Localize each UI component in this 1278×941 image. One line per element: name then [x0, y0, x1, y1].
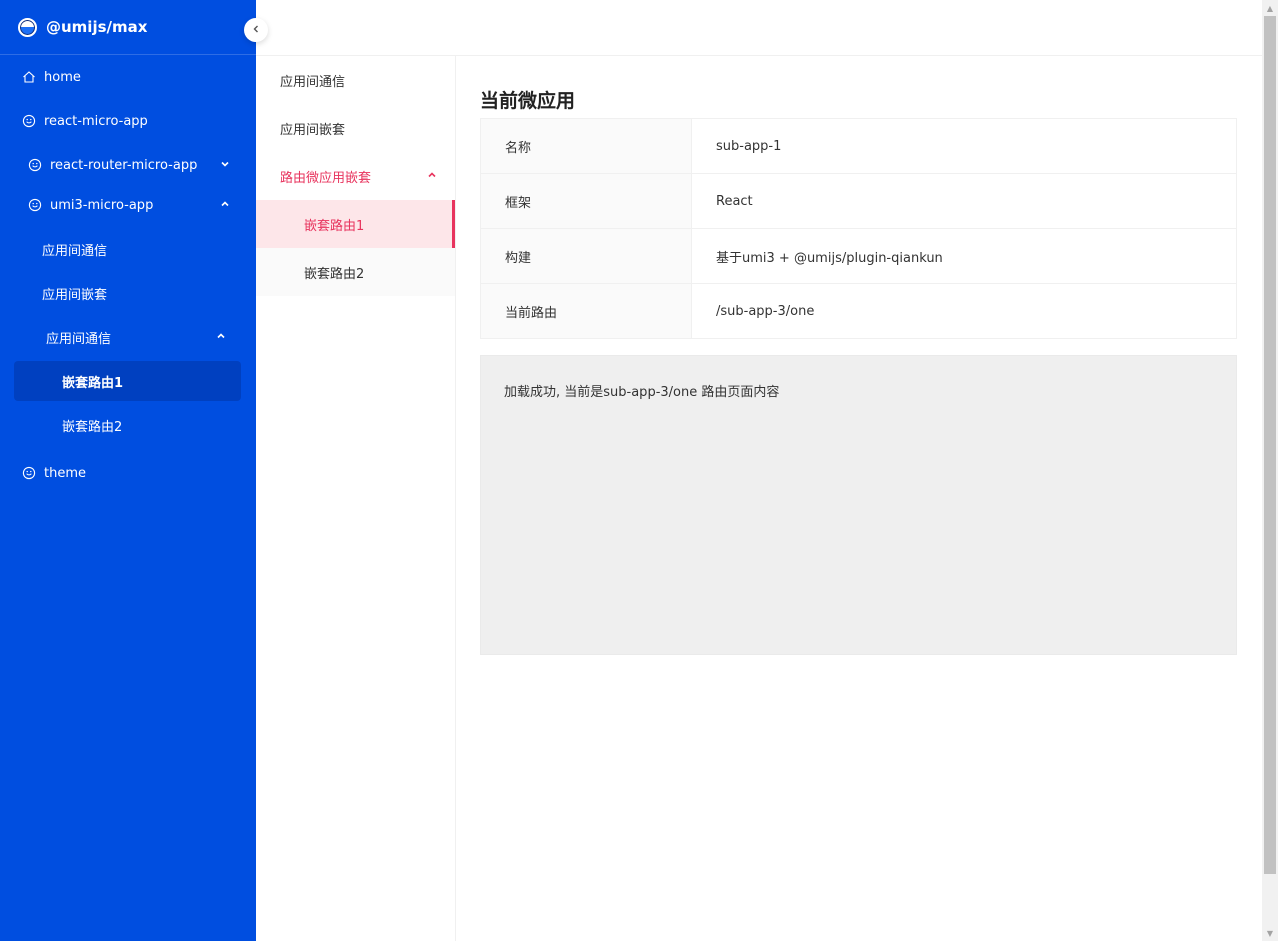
- brand[interactable]: @umijs/max: [0, 0, 256, 55]
- sidebar-item-nested-route-2[interactable]: 嵌套路由2: [0, 401, 256, 449]
- route-content-panel: 加载成功, 当前是sub-app-3/one 路由页面内容: [480, 355, 1237, 655]
- scroll-down-icon[interactable]: ▼: [1262, 925, 1278, 941]
- micro-app-info-table: 名称 sub-app-1 框架 React 构建 基于umi3 + @umijs…: [480, 118, 1237, 339]
- panel-text: 加载成功, 当前是sub-app-3/one 路由页面内容: [504, 385, 780, 400]
- main-content: 当前微应用 名称 sub-app-1 框架 React 构建 基于umi3 + …: [480, 80, 1237, 655]
- sidebar: @umijs/max home react-micro-app react-ro…: [0, 0, 256, 941]
- sidebar-item-label: umi3-micro-app: [50, 197, 154, 213]
- logo-icon: [18, 17, 37, 37]
- chevron-up-icon: [216, 331, 226, 344]
- sidebar-item-label: 应用间通信: [42, 243, 108, 259]
- sidebar-item-label: home: [44, 69, 81, 85]
- chevron-up-icon: [427, 170, 437, 183]
- sidebar-item-label: 应用间嵌套: [42, 287, 108, 303]
- table-row: 名称 sub-app-1: [480, 118, 1237, 174]
- table-row: 框架 React: [480, 173, 1237, 229]
- sidebar-item-nested-route-1[interactable]: 嵌套路由1: [14, 361, 241, 401]
- home-icon: [22, 70, 36, 84]
- subnav-item-app-communication[interactable]: 应用间通信: [256, 56, 455, 104]
- sidebar-item-app-nesting[interactable]: 应用间嵌套: [0, 271, 256, 315]
- row-value: React: [691, 173, 1237, 229]
- page-title: 当前微应用: [480, 89, 576, 112]
- row-value: /sub-app-3/one: [691, 283, 1237, 339]
- smile-icon: [22, 466, 36, 480]
- subnav-item-nested-route-2[interactable]: 嵌套路由2: [256, 248, 455, 296]
- smile-icon: [22, 114, 36, 128]
- smile-icon: [28, 198, 42, 212]
- sidebar-item-home[interactable]: home: [0, 55, 256, 99]
- subnav-item-label: 嵌套路由2: [304, 266, 365, 282]
- table-row: 当前路由 /sub-app-3/one: [480, 283, 1237, 339]
- sidebar-item-label: theme: [44, 465, 86, 481]
- sidebar-menu: home react-micro-app react-router-micro-…: [0, 55, 256, 497]
- smile-icon: [28, 158, 42, 172]
- subnav-item-label: 应用间嵌套: [280, 122, 346, 138]
- row-label: 构建: [480, 228, 692, 284]
- sidebar-item-label: 嵌套路由1: [62, 375, 124, 391]
- vertical-scrollbar[interactable]: ▲ ▼: [1262, 0, 1278, 941]
- row-value: 基于umi3 + @umijs/plugin-qiankun: [691, 228, 1237, 284]
- row-label: 当前路由: [480, 283, 692, 339]
- sidebar-item-label: 应用间通信: [46, 331, 112, 347]
- sidebar-item-react-micro-app[interactable]: react-micro-app: [0, 99, 256, 143]
- chevron-left-icon: [251, 23, 261, 38]
- micro-app-nav: 应用间通信 应用间嵌套 路由微应用嵌套 嵌套路由1 嵌套路由2: [256, 56, 456, 941]
- sidebar-item-app-communication-group[interactable]: 应用间通信: [0, 315, 256, 359]
- row-label: 框架: [480, 173, 692, 229]
- brand-title: @umijs/max: [46, 18, 148, 36]
- scrollbar-thumb[interactable]: [1264, 16, 1276, 874]
- row-value: sub-app-1: [691, 118, 1237, 174]
- sidebar-item-app-communication[interactable]: 应用间通信: [0, 227, 256, 271]
- subnav-item-route-micro-app-nesting[interactable]: 路由微应用嵌套: [256, 152, 455, 200]
- subnav-item-label: 应用间通信: [280, 74, 346, 90]
- sidebar-item-label: react-router-micro-app: [50, 157, 198, 173]
- scroll-up-icon[interactable]: ▲: [1262, 0, 1278, 16]
- subnav-item-app-nesting[interactable]: 应用间嵌套: [256, 104, 455, 152]
- chevron-down-icon: [220, 159, 230, 172]
- chevron-up-icon: [220, 199, 230, 212]
- sidebar-item-label: 嵌套路由2: [62, 419, 123, 435]
- subnav-item-nested-route-1[interactable]: 嵌套路由1: [256, 200, 455, 248]
- collapse-sidebar-button[interactable]: [244, 18, 268, 42]
- row-label: 名称: [480, 118, 692, 174]
- table-row: 构建 基于umi3 + @umijs/plugin-qiankun: [480, 228, 1237, 284]
- subnav-item-label: 路由微应用嵌套: [280, 170, 372, 186]
- header-bar: [256, 0, 1262, 56]
- sidebar-item-react-router-micro-app[interactable]: react-router-micro-app: [0, 143, 256, 187]
- sidebar-item-umi3-micro-app[interactable]: umi3-micro-app: [0, 187, 256, 223]
- subnav-item-label: 嵌套路由1: [304, 218, 365, 234]
- sidebar-item-label: react-micro-app: [44, 113, 148, 129]
- sidebar-item-theme[interactable]: theme: [0, 449, 256, 497]
